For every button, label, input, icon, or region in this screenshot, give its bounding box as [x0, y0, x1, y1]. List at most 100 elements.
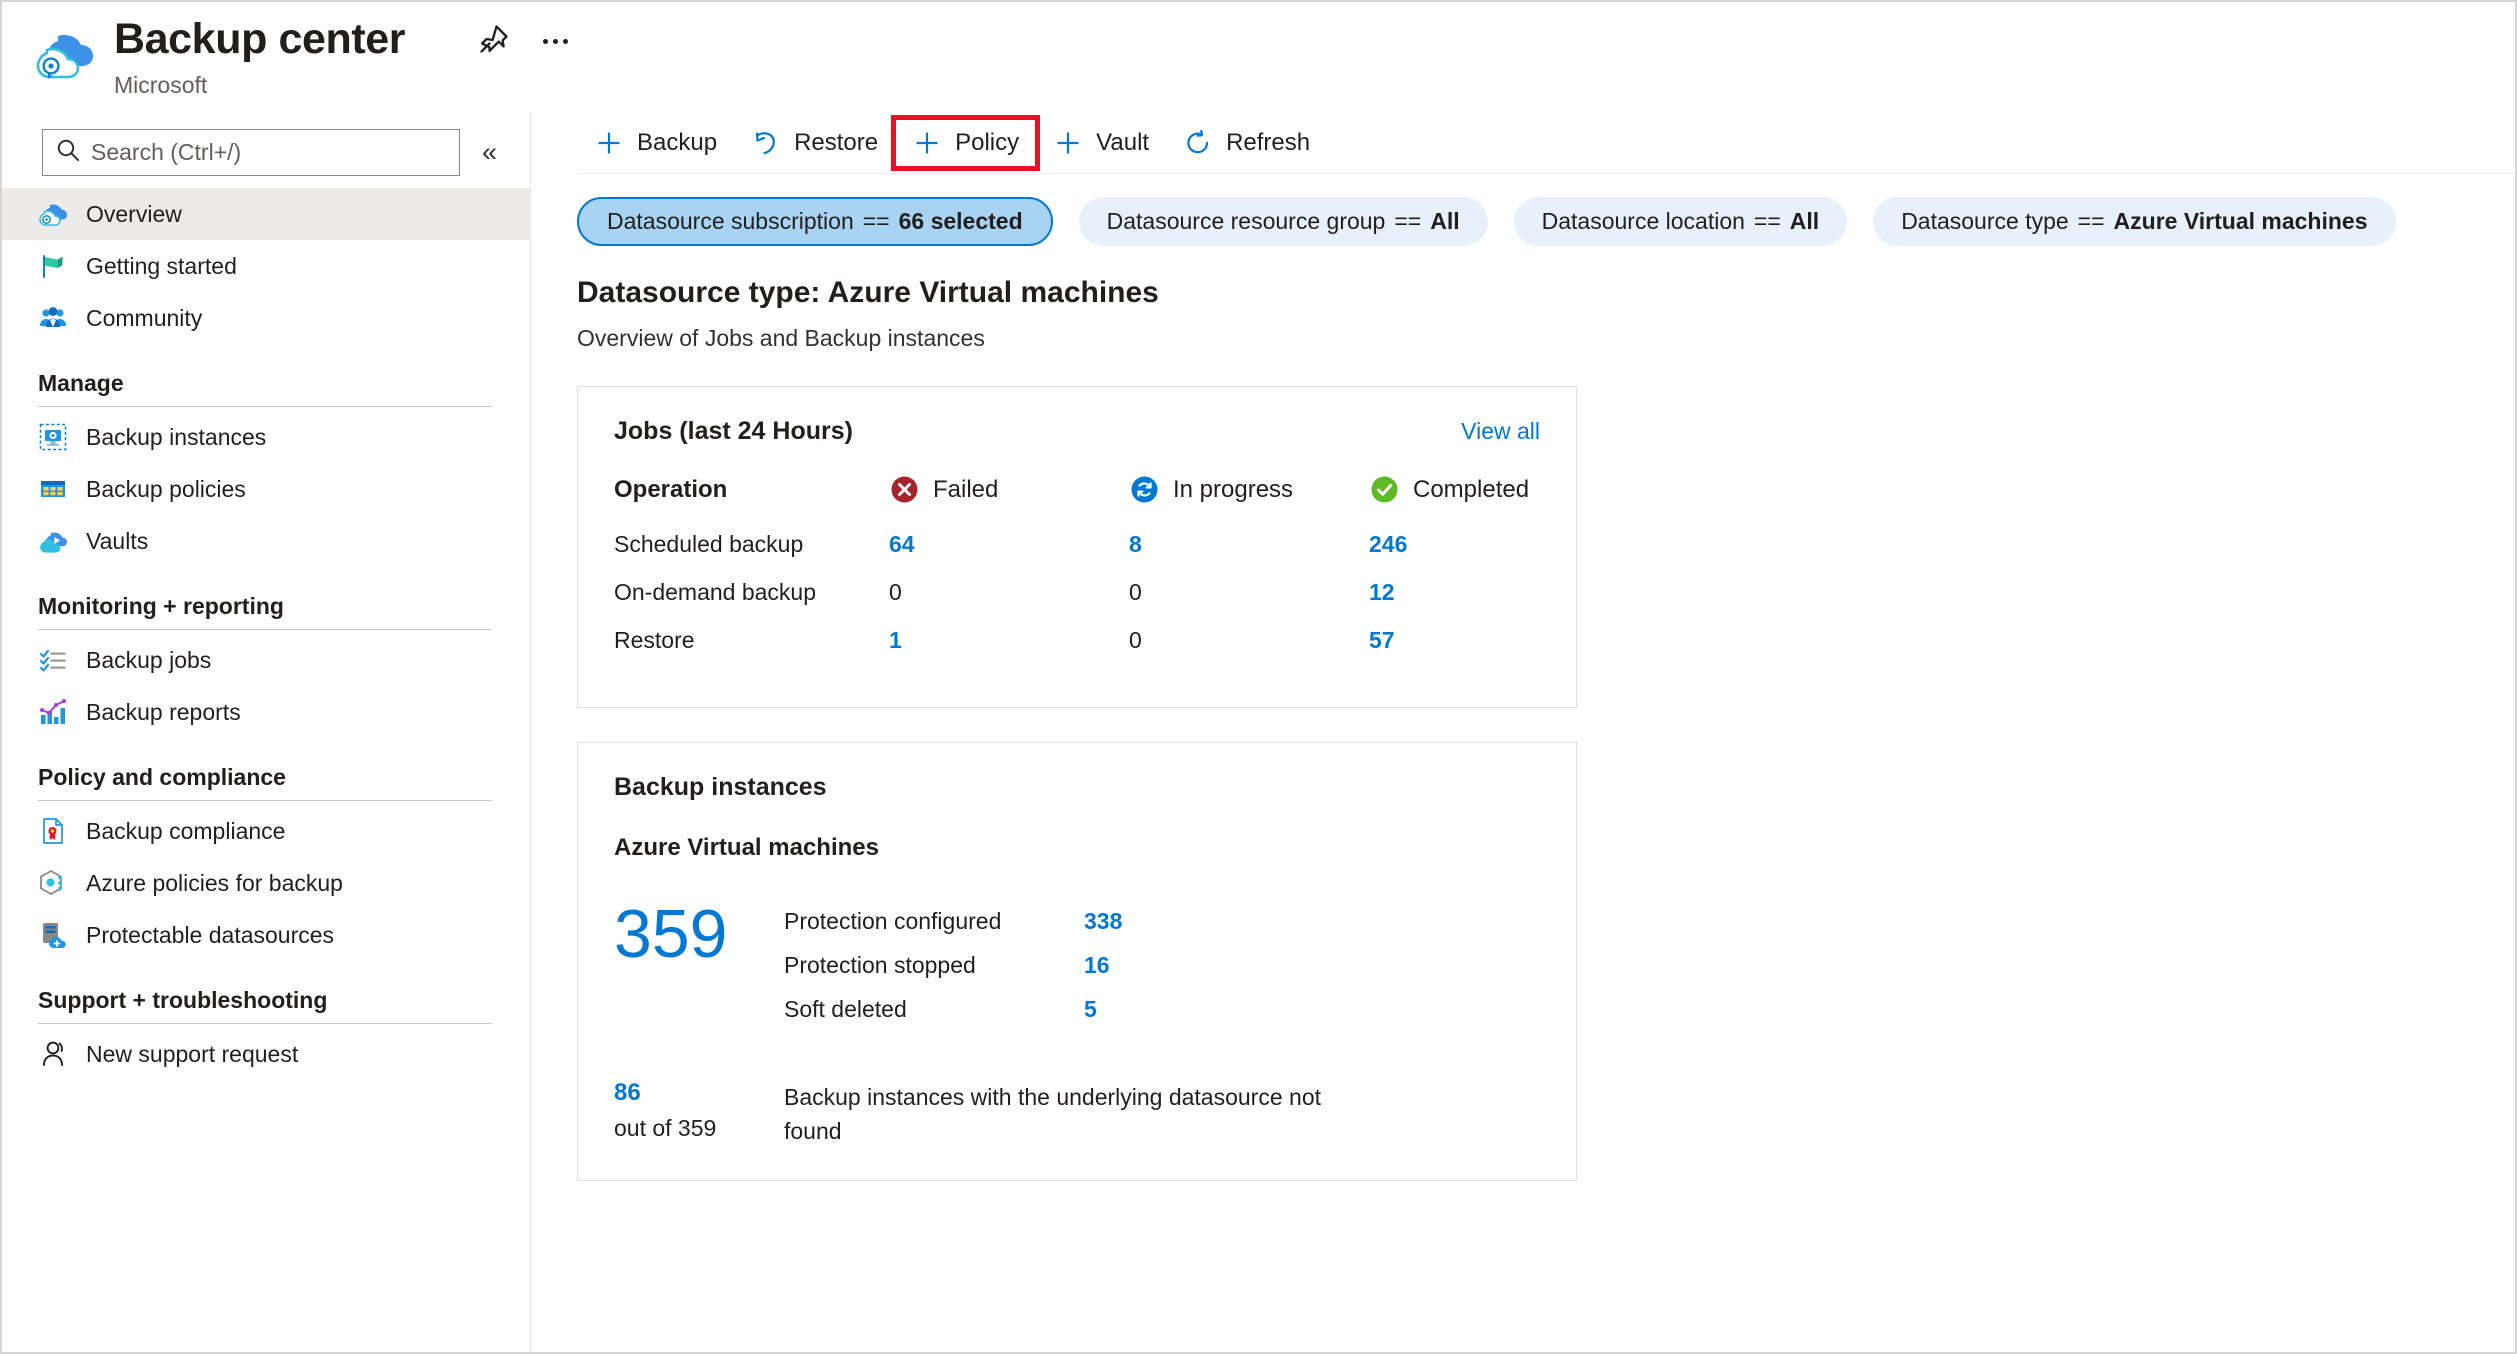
command-label: Restore — [794, 129, 879, 156]
in-progress-count[interactable]: 8 — [1129, 531, 1142, 557]
sidebar-item-protectable-datasources[interactable]: Protectable datasources — [2, 909, 530, 961]
sidebar-item-overview[interactable]: Overview — [2, 188, 530, 240]
filter-pill-row: Datasource subscription == 66 selected D… — [532, 174, 2515, 246]
completed-count[interactable]: 57 — [1369, 627, 1395, 653]
jobs-table: Operation Failed In progress Completed S… — [614, 474, 1540, 675]
datasource-not-found-text: Backup instances with the underlying dat… — [784, 1084, 1321, 1144]
page-subtitle: Microsoft — [114, 72, 208, 98]
backup-center-logo-icon — [34, 24, 96, 86]
backup-instances-card-subtitle: Azure Virtual machines — [614, 834, 879, 861]
datasource-not-found-total: out of 359 — [614, 1115, 717, 1141]
breakdown-value[interactable]: 338 — [1084, 908, 1122, 935]
completed-count[interactable]: 12 — [1369, 579, 1395, 605]
filter-datasource-location[interactable]: Datasource location == All — [1513, 196, 1848, 246]
filter-datasource-resource-group[interactable]: Datasource resource group == All — [1078, 196, 1488, 246]
datasource-type-title: Datasource type: Azure Virtual machines — [577, 276, 1159, 309]
page-header: Backup center Microsoft — [2, 2, 2515, 112]
filter-value: 66 selected — [898, 207, 1023, 234]
completed-count[interactable]: 246 — [1369, 531, 1407, 557]
breakdown-label: Soft deleted — [784, 996, 907, 1022]
sidebar-item-backup-compliance[interactable]: Backup compliance — [2, 805, 530, 857]
collapse-sidebar-button[interactable]: « — [482, 138, 497, 166]
failed-count[interactable]: 64 — [889, 531, 915, 557]
plus-icon — [912, 128, 942, 158]
ellipsis-icon[interactable] — [538, 24, 572, 58]
backup-button[interactable]: Backup — [577, 119, 734, 167]
backup-instances-breakdown: Protection configured 338 Protection sto… — [784, 898, 1540, 1040]
azure-policy-hex-icon — [38, 868, 68, 898]
filter-datasource-type[interactable]: Datasource type == Azure Virtual machine… — [1873, 196, 2396, 246]
search-box[interactable] — [42, 128, 460, 176]
in-progress-column-header: In progress — [1129, 474, 1369, 531]
list-item: Protection stopped 16 — [784, 952, 1540, 979]
in-progress-sync-icon — [1129, 474, 1160, 505]
support-person-icon — [38, 1039, 68, 1069]
sidebar-item-label: Overview — [86, 200, 182, 227]
command-bar: Backup Restore Policy Vault Refresh — [532, 112, 2515, 174]
pin-icon[interactable] — [475, 22, 511, 58]
sidebar-item-backup-policies[interactable]: Backup policies — [2, 463, 530, 515]
sidebar: « Overview — [2, 112, 531, 1352]
command-bar-divider — [577, 173, 2515, 174]
breakdown-value[interactable]: 16 — [1084, 952, 1110, 979]
command-label: Vault — [1096, 129, 1150, 156]
vault-button[interactable]: Vault — [1036, 119, 1166, 167]
filter-operator: == — [862, 207, 890, 234]
sidebar-item-vaults[interactable]: Vaults — [2, 515, 530, 567]
sidebar-item-backup-instances[interactable]: Backup instances — [2, 411, 530, 463]
sidebar-item-label: Backup compliance — [86, 817, 286, 844]
breakdown-value[interactable]: 5 — [1084, 996, 1097, 1023]
sidebar-section-support: Support + troubleshooting — [2, 961, 530, 1024]
filter-name: Datasource location — [1541, 207, 1745, 234]
refresh-button[interactable]: Refresh — [1166, 119, 1327, 167]
in-progress-count: 0 — [1129, 627, 1142, 653]
jobs-card-header: Jobs (last 24 Hours) View all — [614, 417, 1540, 446]
sidebar-item-getting-started[interactable]: Getting started — [2, 240, 530, 292]
policy-button[interactable]: Policy — [891, 115, 1041, 171]
restore-button[interactable]: Restore — [734, 119, 895, 167]
sidebar-item-backup-reports[interactable]: Backup reports — [2, 686, 530, 738]
sidebar-section-title: Support + troubleshooting — [38, 987, 328, 1013]
sidebar-section-manage: Manage — [2, 344, 530, 407]
plus-icon — [1053, 128, 1083, 158]
checklist-icon — [38, 645, 68, 675]
title-block: Backup center Microsoft — [114, 12, 406, 101]
chart-report-icon — [38, 697, 68, 727]
backup-instances-total[interactable]: 359 — [614, 898, 784, 1040]
sidebar-item-community[interactable]: Community — [2, 292, 530, 344]
status-label: Failed — [933, 475, 999, 503]
sidebar-item-azure-policies-for-backup[interactable]: Azure policies for backup — [2, 857, 530, 909]
sidebar-item-new-support-request[interactable]: New support request — [2, 1028, 530, 1080]
backup-center-cloud-icon — [38, 199, 68, 229]
sidebar-section-title: Monitoring + reporting — [38, 593, 284, 619]
sidebar-section-title: Manage — [38, 370, 124, 396]
datasource-not-found-count[interactable]: 86 — [614, 1078, 784, 1108]
failed-column-header: Failed — [889, 474, 1129, 531]
sidebar-item-label: Protectable datasources — [86, 921, 335, 948]
sidebar-item-label: Azure policies for backup — [86, 869, 343, 896]
sidebar-nav: Overview Getting started Community Manag… — [2, 188, 530, 1080]
search-icon — [55, 137, 81, 168]
table-header-row: Operation Failed In progress Completed — [614, 474, 1540, 531]
filter-value: All — [1789, 207, 1820, 234]
flag-icon — [38, 251, 68, 281]
compliance-document-icon — [38, 816, 68, 846]
filter-value: Azure Virtual machines — [2113, 207, 2368, 234]
filter-operator: == — [2077, 207, 2105, 234]
failed-count[interactable]: 1 — [889, 627, 902, 653]
backup-policy-grid-icon — [38, 474, 68, 504]
failed-count: 0 — [889, 579, 902, 605]
filter-name: Datasource type — [1901, 207, 2069, 234]
filter-name: Datasource resource group — [1106, 207, 1386, 234]
section-divider — [38, 1023, 492, 1024]
sidebar-item-backup-jobs[interactable]: Backup jobs — [2, 634, 530, 686]
filter-datasource-subscription[interactable]: Datasource subscription == 66 selected — [577, 196, 1053, 246]
search-input[interactable] — [91, 138, 421, 166]
filter-operator: == — [1753, 207, 1781, 234]
view-all-jobs-link[interactable]: View all — [1461, 418, 1540, 445]
community-people-icon — [38, 303, 68, 333]
breakdown-label: Protection configured — [784, 908, 1002, 934]
status-label: Completed — [1413, 475, 1530, 503]
sidebar-item-label: New support request — [86, 1040, 299, 1067]
datasource-type-subtitle: Overview of Jobs and Backup instances — [577, 325, 985, 351]
